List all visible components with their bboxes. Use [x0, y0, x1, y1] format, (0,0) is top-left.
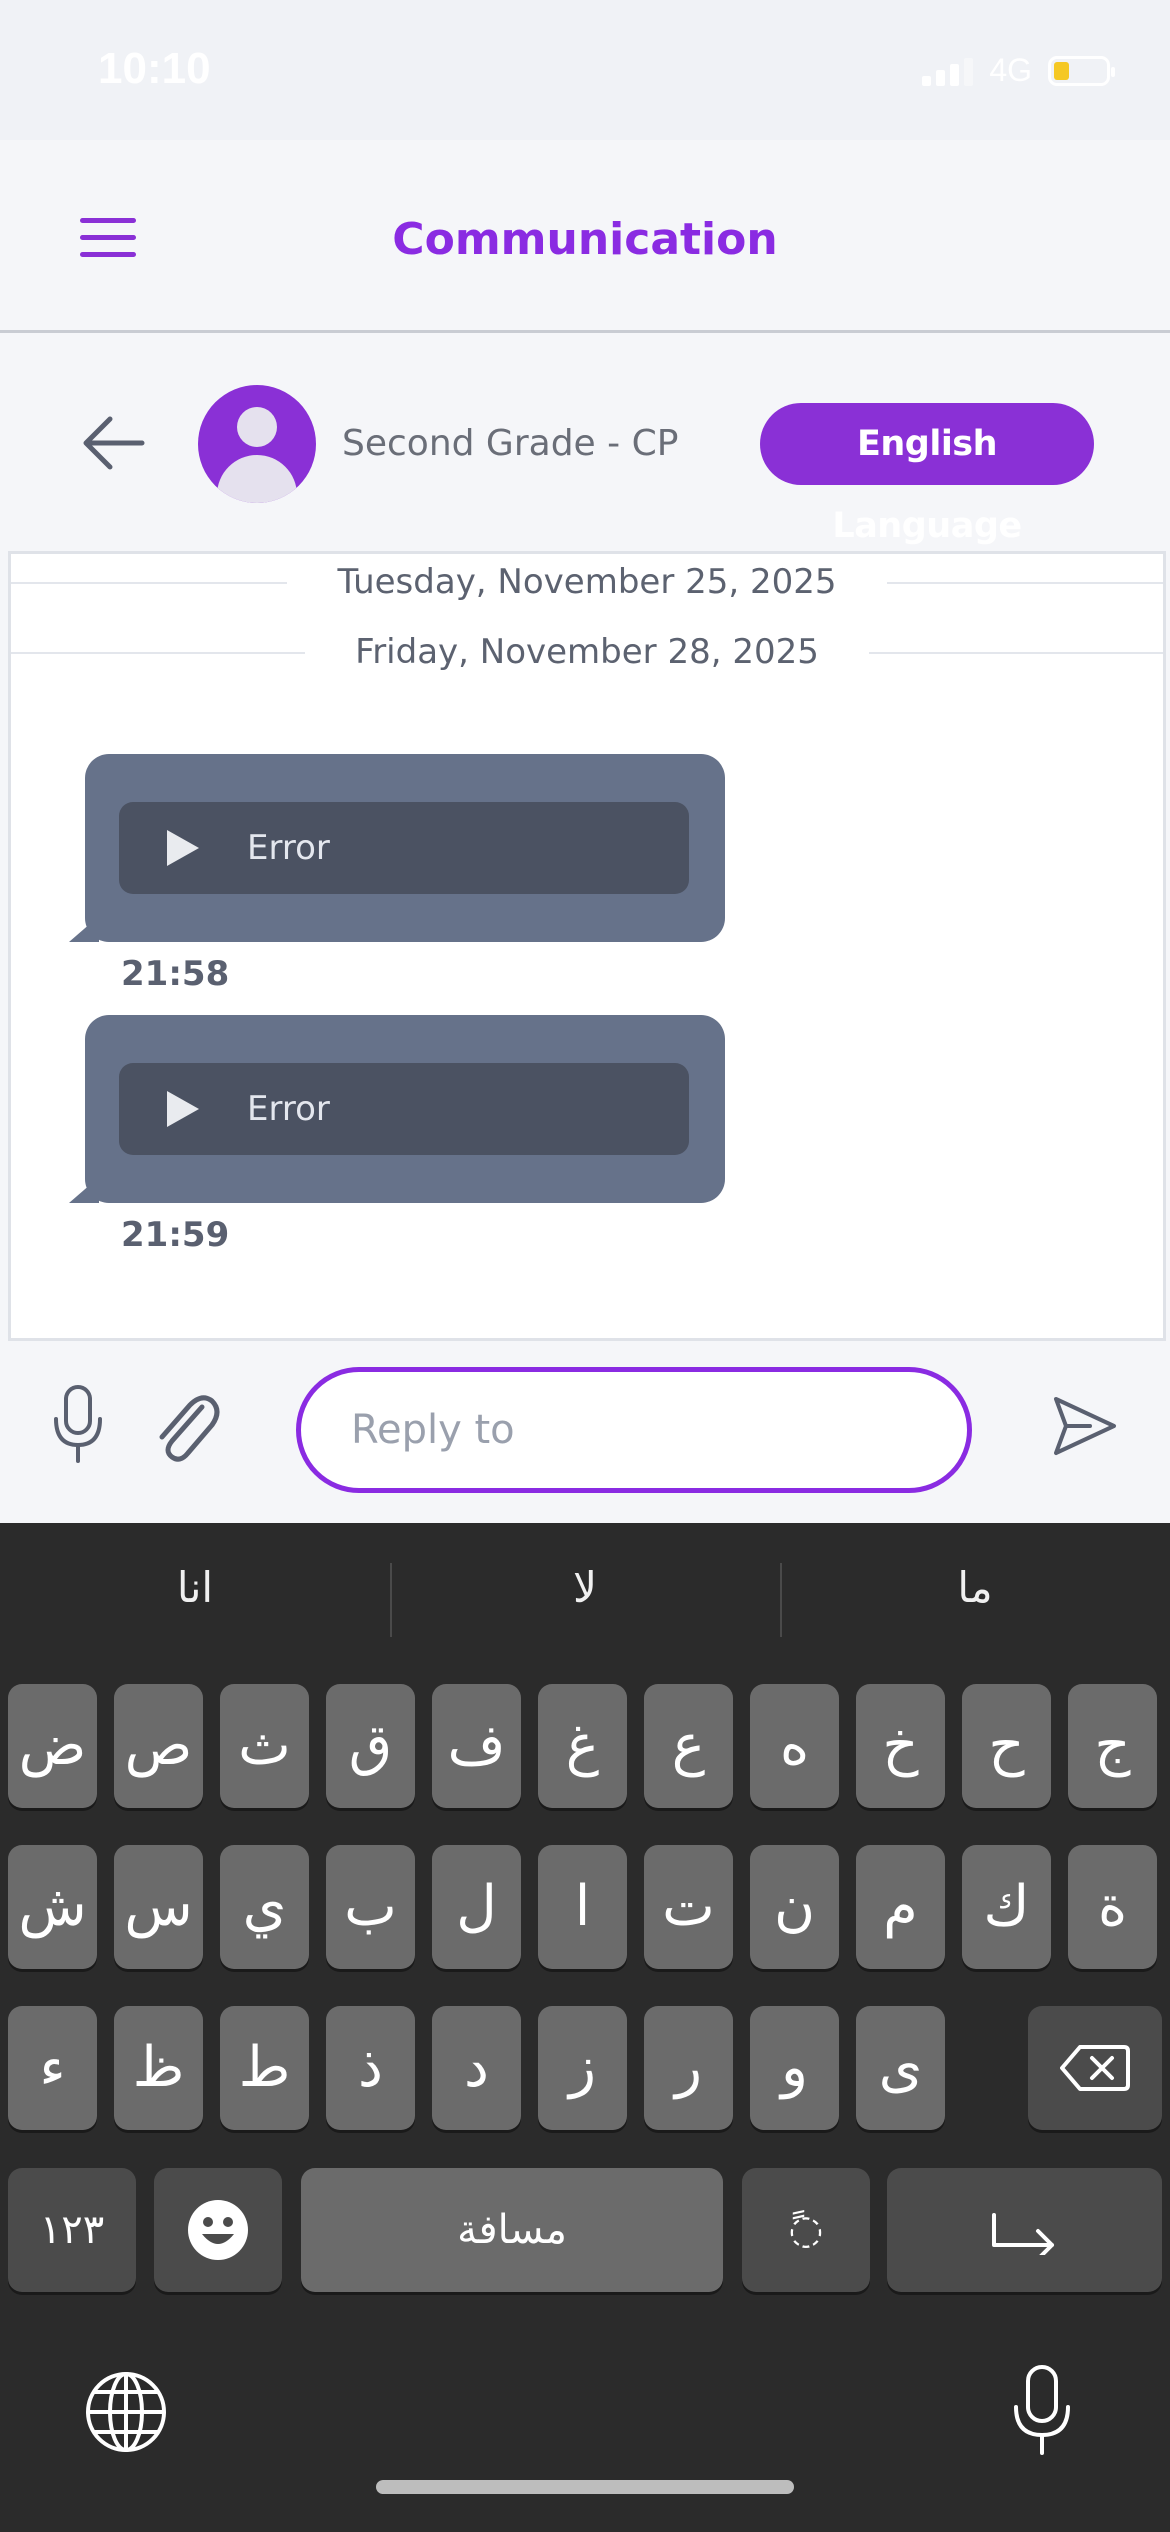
letter-key[interactable]: ص	[114, 1684, 203, 1808]
chat-header: Second Grade - CP English Language	[0, 335, 1170, 551]
letter-key[interactable]: ر	[644, 2006, 733, 2130]
date-label: Friday, November 28, 2025	[305, 632, 869, 672]
battery-icon	[1048, 55, 1115, 86]
home-indicator[interactable]	[376, 2480, 794, 2494]
network-type: 4G	[989, 52, 1032, 88]
date-label: Tuesday, November 25, 2025	[287, 562, 887, 602]
letter-key[interactable]: ك	[962, 1845, 1051, 1969]
message-time: 21:58	[121, 954, 230, 994]
letter-key[interactable]: ز	[538, 2006, 627, 2130]
numbers-key[interactable]: ١٢٣	[8, 2168, 136, 2292]
letter-key[interactable]: و	[750, 2006, 839, 2130]
play-icon[interactable]	[167, 1091, 199, 1127]
audio-status: Error	[247, 828, 330, 868]
emoji-key[interactable]	[154, 2168, 282, 2292]
audio-player[interactable]: Error	[119, 1063, 689, 1155]
emoji-icon	[188, 2200, 248, 2260]
letter-key[interactable]: ض	[8, 1684, 97, 1808]
keyboard: انا لا ما ضصثقفغعهخحج شسيبلاتنمكة ءظطذدز…	[0, 1523, 1170, 2532]
letter-key[interactable]: ذ	[326, 2006, 415, 2130]
letter-key[interactable]: ل	[432, 1845, 521, 1969]
signal-icon	[922, 56, 974, 86]
status-time: 10:10	[98, 44, 211, 93]
suggestion-item[interactable]: انا	[0, 1563, 390, 1612]
letter-key[interactable]: ح	[962, 1684, 1051, 1808]
letter-key[interactable]: ن	[750, 1845, 839, 1969]
paperclip-icon[interactable]	[150, 1385, 220, 1465]
letter-key[interactable]: ء	[8, 2006, 97, 2130]
letter-key[interactable]: غ	[538, 1684, 627, 1808]
letter-key[interactable]: ج	[1068, 1684, 1157, 1808]
letter-key[interactable]: ث	[220, 1684, 309, 1808]
letter-key[interactable]: ه	[750, 1684, 839, 1808]
letter-key[interactable]: ا	[538, 1845, 627, 1969]
letter-key[interactable]: ع	[644, 1684, 733, 1808]
letter-key[interactable]: ي	[220, 1845, 309, 1969]
reply-input[interactable]	[296, 1367, 972, 1493]
send-icon[interactable]	[1050, 1393, 1120, 1459]
backspace-icon	[1060, 2045, 1130, 2091]
play-icon[interactable]	[167, 830, 199, 866]
message-bubble[interactable]: Error	[69, 1015, 725, 1203]
microphone-icon[interactable]	[50, 1383, 106, 1465]
page-title: Communication	[392, 214, 778, 265]
audio-status: Error	[247, 1089, 330, 1129]
letter-key[interactable]: خ	[856, 1684, 945, 1808]
status-indicators: 4G	[922, 52, 1115, 89]
message-bubble[interactable]: Error	[69, 754, 725, 942]
letter-key[interactable]: ق	[326, 1684, 415, 1808]
space-key[interactable]: مسافة	[301, 2168, 723, 2292]
letter-key[interactable]: ة	[1068, 1845, 1157, 1969]
date-separator: Friday, November 28, 2025	[11, 632, 1163, 672]
app-header: Communication	[0, 140, 1170, 333]
letter-key[interactable]: ف	[432, 1684, 521, 1808]
audio-player[interactable]: Error	[119, 802, 689, 894]
message-time: 21:59	[121, 1215, 230, 1255]
suggestion-item[interactable]: ما	[780, 1563, 1170, 1612]
return-arrow-icon	[991, 2213, 1054, 2261]
input-bar	[0, 1343, 1170, 1523]
group-name: Second Grade - CP	[342, 423, 679, 464]
letter-key[interactable]: ب	[326, 1845, 415, 1969]
back-arrow-icon[interactable]	[80, 413, 146, 473]
letter-key[interactable]: ى	[856, 2006, 945, 2130]
letter-key[interactable]: ش	[8, 1845, 97, 1969]
date-separator: Tuesday, November 25, 2025	[11, 562, 1163, 602]
message-list[interactable]: Tuesday, November 25, 2025 Friday, Novem…	[8, 551, 1166, 1341]
avatar	[198, 385, 316, 503]
status-bar: 10:10 4G	[0, 0, 1170, 140]
globe-icon[interactable]	[84, 2370, 168, 2454]
letter-key[interactable]: م	[856, 1845, 945, 1969]
suggestion-bar: انا لا ما	[0, 1523, 1170, 1673]
letter-key[interactable]: ت	[644, 1845, 733, 1969]
letter-key[interactable]: د	[432, 2006, 521, 2130]
subject-badge[interactable]: English Language	[760, 403, 1094, 546]
dictation-microphone-icon[interactable]	[1010, 2363, 1074, 2457]
letter-key[interactable]: ط	[220, 2006, 309, 2130]
diacritic-key[interactable]: ◌ً	[742, 2168, 870, 2292]
return-key[interactable]	[887, 2168, 1162, 2292]
letter-key[interactable]: ظ	[114, 2006, 203, 2130]
backspace-key[interactable]	[1028, 2006, 1162, 2130]
letter-key[interactable]: س	[114, 1845, 203, 1969]
suggestion-item[interactable]: لا	[390, 1563, 780, 1612]
